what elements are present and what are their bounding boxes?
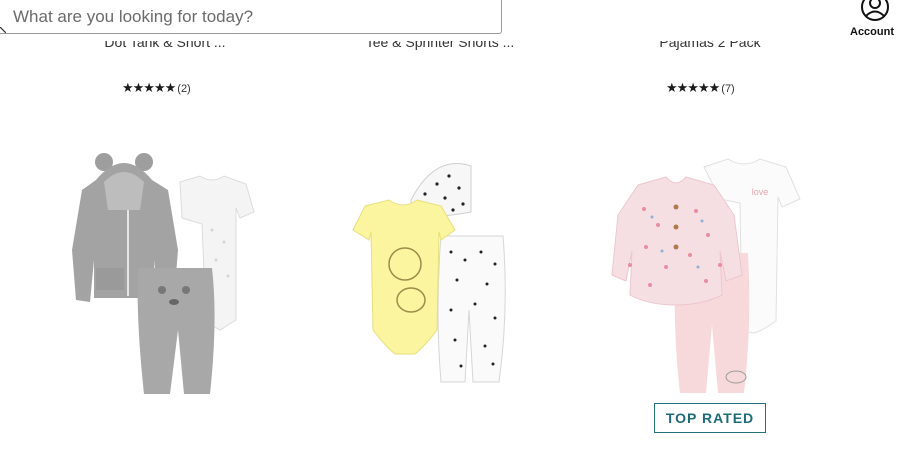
stars-icon: ★★★★★ (122, 80, 176, 95)
svg-text:love: love (752, 187, 769, 197)
account-button[interactable]: Account (848, 0, 897, 42)
review-count[interactable]: (2) (177, 83, 190, 95)
search-input[interactable] (11, 5, 485, 29)
caret-icon (0, 27, 6, 33)
review-count[interactable]: (7) (721, 83, 734, 95)
product-image-pooh-bodysuit-dot-set[interactable] (345, 160, 515, 390)
account-label: Account (850, 26, 894, 38)
product-image-gray-bear-hoodie-set[interactable] (70, 150, 260, 400)
user-icon (861, 0, 889, 21)
product-rating: ★★★★★ (2) (122, 80, 191, 96)
product-title[interactable]: Dot Tank & Short ... (70, 41, 260, 59)
stars-icon: ★★★★★ (666, 80, 720, 95)
search-bar[interactable] (0, 0, 502, 34)
product-title[interactable]: Pajamas 2 Pack (615, 41, 805, 59)
product-title[interactable]: Tee & Sprinter Shorts ... (340, 41, 540, 59)
product-rating: ★★★★★ (7) (666, 80, 735, 96)
product-image-floral-cardigan-set[interactable]: love (610, 155, 810, 400)
top-rated-badge: TOP RATED (654, 403, 766, 433)
